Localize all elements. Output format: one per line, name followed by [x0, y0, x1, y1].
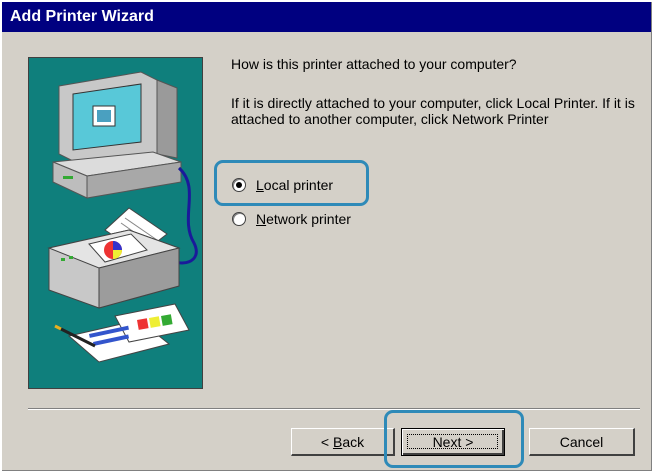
add-printer-wizard-window: Add Printer Wizard How is this printer a…: [2, 2, 652, 471]
local-printer-highlight: [214, 160, 369, 206]
network-printer-radio[interactable]: [232, 212, 246, 226]
wizard-question: How is this printer attached to your com…: [231, 56, 517, 72]
network-printer-option[interactable]: Network printer: [232, 209, 351, 229]
title-bar[interactable]: Add Printer Wizard: [2, 2, 651, 32]
network-printer-label[interactable]: Network printer: [256, 211, 351, 227]
back-button[interactable]: < Back: [291, 428, 395, 456]
wizard-description: If it is directly attached to your compu…: [231, 95, 635, 127]
window-title: Add Printer Wizard: [10, 8, 154, 25]
printed-pages-icon: [54, 303, 190, 363]
printer-icon: [47, 207, 181, 309]
next-button-highlight: [384, 410, 524, 468]
computer-monitor-icon: [58, 71, 178, 163]
wizard-illustration: [28, 57, 203, 389]
cancel-button[interactable]: Cancel: [529, 428, 635, 456]
